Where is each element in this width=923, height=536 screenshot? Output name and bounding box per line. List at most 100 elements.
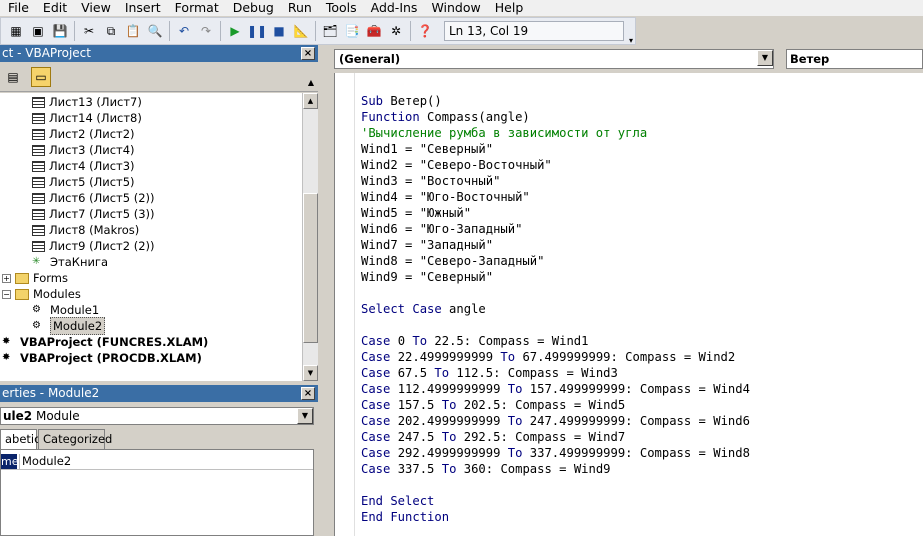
chevron-down-icon[interactable]: ▼	[297, 408, 313, 424]
save-icon[interactable]: 💾	[50, 21, 70, 41]
code-line[interactable]: Function Compass(angle)	[361, 109, 750, 125]
view-object-icon[interactable]: ▤	[3, 67, 23, 87]
menu-file[interactable]: File	[0, 0, 35, 16]
tree-item-sheet[interactable]: Лист13 (Лист7)	[32, 94, 142, 110]
menu-addins[interactable]: Add-Ins	[363, 0, 424, 16]
paste-icon[interactable]: 📋	[123, 21, 143, 41]
code-line[interactable]	[361, 317, 750, 333]
menu-help[interactable]: Help	[487, 0, 530, 16]
menu-edit[interactable]: Edit	[35, 0, 73, 16]
worksheet-icon	[32, 160, 45, 172]
toolbox-icon[interactable]: ✲	[386, 21, 406, 41]
code-line[interactable]: Case 67.5 To 112.5: Compass = Wind3	[361, 365, 750, 381]
worksheet-icon	[32, 176, 45, 188]
toolbar-options-icon[interactable]: ▾	[629, 36, 633, 45]
code-line[interactable]: Case 0 To 22.5: Compass = Wind1	[361, 333, 750, 349]
code-line[interactable]: Wind7 = "Западный"	[361, 237, 750, 253]
tree-item-project[interactable]: ✸ VBAProject (FUNCRES.XLAM)	[2, 334, 208, 350]
find-icon[interactable]: 🔍	[145, 21, 165, 41]
tree-item-workbook[interactable]: ✳ ЭтаКнига	[32, 254, 108, 270]
tree-item-sheet[interactable]: Лист8 (Makros)	[32, 222, 139, 238]
workbook-icon: ✳	[32, 256, 41, 267]
code-line[interactable]: Case 337.5 To 360: Compass = Wind9	[361, 461, 750, 477]
code-line[interactable]	[361, 285, 750, 301]
tree-item-sheet[interactable]: Лист9 (Лист2 (2))	[32, 238, 155, 254]
tree-item-folder-open[interactable]: − Modules	[2, 286, 81, 302]
project-explorer-icon[interactable]: 🗂	[320, 21, 340, 41]
menu-window[interactable]: Window	[423, 0, 486, 16]
object-browser-icon[interactable]: 🧰	[364, 21, 384, 41]
procedure-dropdown[interactable]: Ветер	[786, 49, 923, 69]
tab-alphabetic[interactable]: abetic	[0, 429, 40, 449]
properties-window-icon[interactable]: 📑	[342, 21, 362, 41]
project-explorer-title-text: ct - VBAProject	[2, 46, 91, 60]
code-text[interactable]: Sub Ветер() Function Compass(angle) 'Вычис…	[361, 93, 750, 525]
code-line[interactable]: Wind4 = "Юго-Восточный"	[361, 189, 750, 205]
help-icon[interactable]: ❓	[415, 21, 435, 41]
tree-item-folder[interactable]: + Forms	[2, 270, 68, 286]
cut-icon[interactable]: ✂	[79, 21, 99, 41]
close-icon[interactable]: ×	[301, 47, 315, 60]
menu-view[interactable]: View	[73, 0, 117, 16]
toggle-folders-icon[interactable]: ▭	[31, 67, 51, 87]
code-line[interactable]: Case 202.4999999999 To 247.499999999: Co…	[361, 413, 750, 429]
tree-item-sheet[interactable]: Лист5 (Лист5)	[32, 174, 135, 190]
code-line[interactable]: Wind3 = "Восточный"	[361, 173, 750, 189]
tree-item-module[interactable]: ⚙ Module2	[32, 317, 106, 335]
run-icon[interactable]: ▶	[225, 21, 245, 41]
tree-item-sheet[interactable]: Лист14 (Лист8)	[32, 110, 142, 126]
redo-icon[interactable]: ↷	[196, 21, 216, 41]
code-line[interactable]: Case 247.5 To 292.5: Compass = Wind7	[361, 429, 750, 445]
code-line[interactable]: Case 22.4999999999 To 67.499999999: Comp…	[361, 349, 750, 365]
code-editor[interactable]: Sub Ветер() Function Compass(angle) 'Вычис…	[334, 73, 923, 536]
code-line[interactable]: Wind6 = "Юго-Западный"	[361, 221, 750, 237]
tree-item-sheet[interactable]: Лист6 (Лист5 (2))	[32, 190, 155, 206]
menu-debug[interactable]: Debug	[225, 0, 280, 16]
code-line[interactable]: Wind8 = "Северо-Западный"	[361, 253, 750, 269]
tab-categorized[interactable]: Categorized	[38, 429, 112, 449]
property-value[interactable]: Module2	[19, 454, 71, 469]
design-mode-icon[interactable]: 📐	[291, 21, 311, 41]
code-line[interactable]: Wind5 = "Южный"	[361, 205, 750, 221]
collapse-icon[interactable]: −	[2, 289, 11, 299]
code-line[interactable]: 'Вычисление румба в зависимости от угла	[361, 125, 750, 141]
menu-run[interactable]: Run	[280, 0, 318, 16]
code-line[interactable]: Wind1 = "Северный"	[361, 141, 750, 157]
tree-item-sheet[interactable]: Лист3 (Лист4)	[32, 142, 135, 158]
code-line[interactable]: Case 157.5 To 202.5: Compass = Wind5	[361, 397, 750, 413]
code-line[interactable]	[361, 477, 750, 493]
menu-insert[interactable]: Insert	[117, 0, 167, 16]
break-icon[interactable]: ❚❚	[247, 21, 267, 41]
property-row[interactable]: me) Module2	[1, 454, 313, 470]
scroll-up-button[interactable]: ▲	[303, 93, 318, 109]
tree-item-sheet[interactable]: Лист7 (Лист5 (3))	[32, 206, 155, 222]
view-excel-icon[interactable]: ▦	[6, 21, 26, 41]
tree-item-module[interactable]: ⚙ Module1	[32, 302, 99, 318]
undo-icon[interactable]: ↶	[174, 21, 194, 41]
chevron-down-icon[interactable]: ▼	[757, 50, 773, 66]
object-select[interactable]: ule2 Module ▼	[0, 407, 314, 425]
tree-item-project[interactable]: ✸ VBAProject (PROCDB.XLAM)	[2, 350, 202, 366]
code-line[interactable]: Case 292.4999999999 To 337.499999999: Co…	[361, 445, 750, 461]
expand-icon[interactable]: +	[2, 273, 11, 283]
code-line[interactable]: Sub Ветер()	[361, 93, 750, 109]
code-line[interactable]: Select Case angle	[361, 301, 750, 317]
close-icon[interactable]: ×	[301, 387, 315, 400]
copy-icon[interactable]: ⧉	[101, 21, 121, 41]
insert-userform-icon[interactable]: ▣	[28, 21, 48, 41]
scroll-up-icon[interactable]: ▲	[301, 72, 321, 92]
menu-tools[interactable]: Tools	[318, 0, 363, 16]
reset-icon[interactable]: ■	[269, 21, 289, 41]
tree-item-sheet[interactable]: Лист2 (Лист2)	[32, 126, 135, 142]
project-tree-scrollbar[interactable]: ▲ ▼	[302, 93, 318, 381]
code-line[interactable]: Wind2 = "Северо-Восточный"	[361, 157, 750, 173]
code-line[interactable]: Wind9 = "Северный"	[361, 269, 750, 285]
code-line[interactable]: End Function	[361, 509, 750, 525]
tree-item-sheet[interactable]: Лист4 (Лист3)	[32, 158, 135, 174]
menu-format[interactable]: Format	[167, 0, 225, 16]
scroll-thumb[interactable]	[303, 193, 318, 343]
scroll-down-button[interactable]: ▼	[303, 365, 318, 381]
object-dropdown[interactable]: (General) ▼	[334, 49, 774, 69]
code-line[interactable]: Case 112.4999999999 To 157.499999999: Co…	[361, 381, 750, 397]
code-line[interactable]: End Select	[361, 493, 750, 509]
